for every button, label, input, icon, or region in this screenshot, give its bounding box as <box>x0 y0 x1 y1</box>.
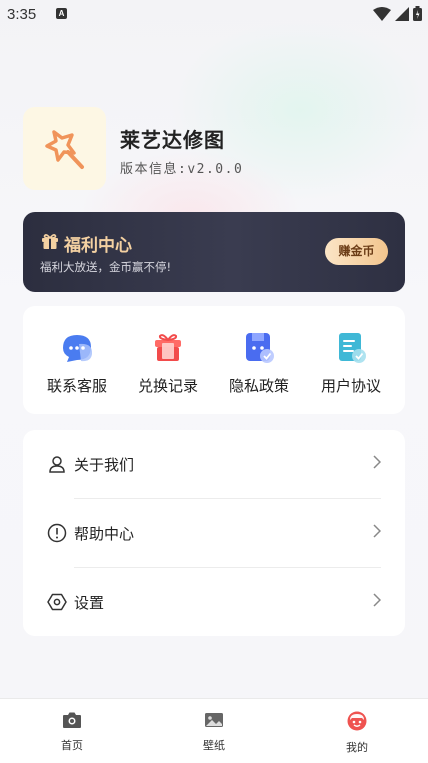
quick-action-label: 兑换记录 <box>137 377 198 395</box>
quick-action-label: 联系客服 <box>46 377 107 395</box>
tab-label: 我的 <box>346 741 368 754</box>
help-icon <box>47 523 67 543</box>
welfare-title: 福利中心 <box>64 236 132 256</box>
document-icon <box>333 330 369 366</box>
signal-icon <box>395 6 409 21</box>
image-icon <box>205 713 223 727</box>
gift-icon <box>150 330 186 366</box>
bottom-tab-bar: 首页 壁纸 我的 <box>0 698 428 763</box>
quick-action-privacy-policy[interactable]: 隐私政策 <box>214 330 304 396</box>
chevron-right-icon <box>373 593 381 607</box>
version-info: 版本信息:v2.0.0 <box>120 162 244 177</box>
tab-wallpaper[interactable]: 壁纸 <box>174 711 254 753</box>
menu-item-settings[interactable]: 设置 <box>23 568 405 637</box>
quick-action-user-agreement[interactable]: 用户协议 <box>306 330 396 396</box>
notification-icon: A <box>56 8 67 19</box>
settings-menu: 关于我们 帮助中心 设置 <box>23 430 405 636</box>
chevron-right-icon <box>373 455 381 469</box>
user-icon <box>49 456 65 473</box>
system-icons <box>373 6 422 21</box>
quick-action-label: 隐私政策 <box>228 377 289 395</box>
menu-item-label: 帮助中心 <box>74 525 135 543</box>
quick-action-label: 用户协议 <box>320 377 381 395</box>
menu-item-about-us[interactable]: 关于我们 <box>23 430 405 499</box>
chevron-right-icon <box>373 524 381 538</box>
menu-item-label: 设置 <box>74 594 105 612</box>
chat-icon <box>59 330 95 366</box>
wifi-icon <box>373 6 391 21</box>
tab-label: 首页 <box>61 739 83 752</box>
app-name: 莱艺达修图 <box>120 128 225 152</box>
magic-wand-icon <box>44 129 84 169</box>
earn-coins-button[interactable]: 赚金币 <box>325 238 388 265</box>
profile-icon <box>347 711 367 731</box>
quick-action-contact-support[interactable]: 联系客服 <box>32 330 122 396</box>
tab-mine[interactable]: 我的 <box>317 711 397 755</box>
quick-action-exchange-records[interactable]: 兑换记录 <box>123 330 213 396</box>
battery-icon <box>413 6 422 21</box>
tab-label: 壁纸 <box>203 739 225 752</box>
status-time: 3:35 <box>7 6 37 23</box>
status-bar: 3:35 A <box>0 0 428 30</box>
tab-home[interactable]: 首页 <box>32 711 112 753</box>
welfare-subtitle: 福利大放送，金币赢不停! <box>40 260 172 274</box>
app-logo <box>23 107 106 190</box>
welfare-banner[interactable]: 福利中心 福利大放送，金币赢不停! 赚金币 <box>23 212 405 292</box>
menu-item-help-center[interactable]: 帮助中心 <box>23 499 405 568</box>
quick-actions-card: 联系客服 兑换记录 隐私政策 用户协议 <box>23 306 405 414</box>
gift-icon <box>42 234 58 249</box>
settings-icon <box>47 593 67 611</box>
camera-icon <box>63 712 81 728</box>
menu-item-label: 关于我们 <box>74 456 135 474</box>
privacy-icon <box>241 330 277 366</box>
